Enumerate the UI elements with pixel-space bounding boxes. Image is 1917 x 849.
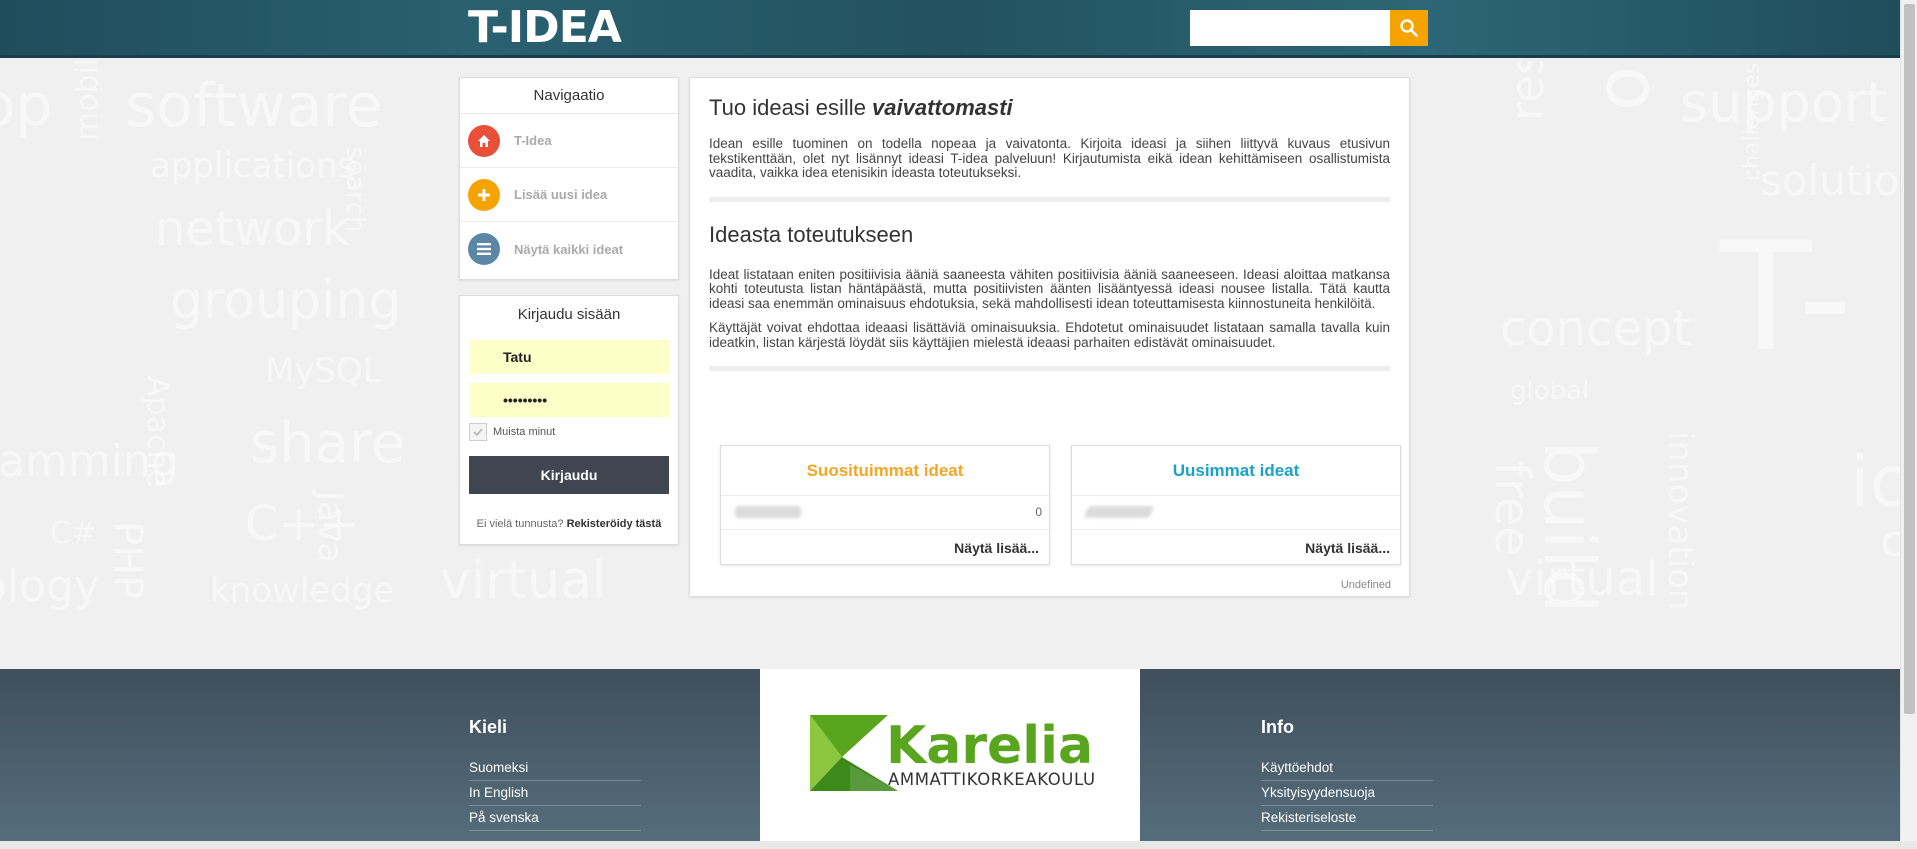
background-word: op	[0, 71, 53, 139]
background-word: mobile	[70, 61, 105, 141]
search-bar	[1190, 10, 1428, 46]
section-divider	[709, 196, 1390, 202]
karelia-logo-subtitle: AMMATTIKORKEAKOULU	[888, 770, 1096, 789]
lang-link-finnish[interactable]: Suomeksi	[469, 756, 641, 781]
karelia-logo-mark: Karelia AMMATTIKORKEAKOULU	[810, 715, 1096, 791]
background-word: co	[1880, 516, 1900, 567]
newest-ideas-title[interactable]: Uusimmat ideat	[1072, 446, 1400, 496]
background-word: MySQL	[265, 351, 382, 391]
main-heading: Tuo ideasi esille vaivattomasti	[709, 95, 1013, 120]
idea-title-placeholder	[735, 506, 801, 518]
nav-item-label: T-Idea	[514, 133, 552, 148]
karelia-logo[interactable]: Karelia AMMATTIKORKEAKOULU	[760, 669, 1140, 841]
vertical-scrollbar[interactable]	[1900, 0, 1917, 841]
search-input[interactable]	[1190, 10, 1390, 46]
show-more-popular-link[interactable]: Näytä lisää...	[954, 540, 1039, 556]
login-title: Kirjaudu sisään	[517, 306, 621, 323]
nav-item-add-idea[interactable]: Lisää uusi idea	[460, 168, 678, 222]
background-word: ramming	[0, 436, 179, 487]
section-heading: Ideasta toteutukseen	[709, 221, 914, 247]
search-icon	[1400, 19, 1418, 37]
login-panel: Kirjaudu sisään Muista minut Kirjaudu Ei…	[459, 295, 679, 545]
background-word: online	[1580, 61, 1666, 111]
background-word: support	[1680, 71, 1888, 134]
language-heading: Kieli	[469, 717, 508, 737]
info-link-register[interactable]: Rekisteriseloste	[1261, 806, 1433, 831]
site-header: T-IDEA	[0, 0, 1900, 58]
karelia-logo-name: Karelia	[886, 716, 1093, 776]
nav-item-all-ideas[interactable]: Näytä kaikki ideat	[460, 222, 678, 276]
lang-link-swedish[interactable]: På svenska	[469, 806, 641, 831]
register-line: Ei vielä tunnusta? Rekisteröidy tästä	[460, 518, 678, 530]
register-link[interactable]: Rekisteröidy tästä	[567, 518, 662, 530]
bottom-strip	[0, 841, 1917, 849]
background-word: virtual	[1505, 551, 1659, 607]
check-icon	[473, 428, 483, 437]
main-content-panel: Tuo ideasi esille vaivattomasti Idean es…	[689, 77, 1410, 597]
background-word: C#	[50, 516, 97, 551]
background-word: innovation	[1660, 431, 1700, 611]
background-word: T-	[1720, 211, 1852, 385]
remember-me[interactable]: Muista minut	[469, 423, 555, 441]
login-button[interactable]: Kirjaudu	[469, 456, 669, 494]
background-word: solution	[1760, 156, 1900, 205]
language-column: Kieli Suomeksi In English På svenska	[469, 717, 641, 831]
info-column: Info Käyttöehdot Yksityisyydensuoja Reki…	[1261, 717, 1433, 831]
background-word: virtual	[440, 551, 607, 611]
vote-count: 0	[1035, 505, 1042, 519]
background-word: software	[125, 71, 383, 141]
info-link-privacy[interactable]: Yksityisyydensuoja	[1261, 781, 1433, 806]
site-footer: Kieli Suomeksi In English På svenska Kar…	[0, 669, 1900, 841]
background-word: concept	[1500, 301, 1692, 357]
ranking-paragraph: Ideat listataan eniten positiivisia ääni…	[709, 266, 1390, 311]
popular-ideas-title[interactable]: Suosituimmat ideat	[721, 446, 1049, 496]
nav-item-label: Lisää uusi idea	[514, 187, 608, 202]
lang-link-english[interactable]: In English	[469, 781, 641, 806]
newest-ideas-card: Uusimmat ideat Näytä lisää...	[1071, 445, 1401, 565]
popular-ideas-card: Suosituimmat ideat 0 Näytä lisää...	[720, 445, 1050, 565]
username-field[interactable]	[469, 340, 669, 374]
undefined-label: Undefined	[1340, 579, 1391, 591]
background-word: challenges	[1740, 62, 1765, 181]
nav-item-label: Näytä kaikki ideat	[514, 241, 624, 257]
navigation-panel: Navigaatio T-Idea Lisää uusi idea Näytä …	[459, 77, 679, 280]
plus-icon	[468, 178, 500, 211]
background-word: share	[250, 411, 406, 476]
background-word: applications	[150, 146, 356, 186]
site-logo[interactable]: T-IDEA	[468, 4, 622, 52]
remember-label: Muista minut	[493, 426, 556, 438]
intro-paragraph: Idean esille tuominen on todella nopeaa …	[709, 136, 1390, 180]
info-heading: Info	[1261, 717, 1294, 737]
background-word: global	[1510, 376, 1590, 406]
navigation-title: Navigaatio	[460, 78, 678, 114]
background-word: ology	[0, 561, 101, 612]
password-field[interactable]	[469, 383, 669, 417]
background-word: network	[155, 201, 350, 257]
section-divider	[709, 366, 1390, 371]
scrollbar-thumb[interactable]	[1904, 4, 1915, 714]
background-word: ic	[1850, 441, 1900, 523]
remember-checkbox[interactable]	[469, 423, 487, 441]
background-word: Java	[310, 491, 350, 563]
home-icon	[468, 124, 500, 157]
search-button[interactable]	[1390, 10, 1428, 46]
background-word: PHP	[104, 521, 150, 600]
nav-item-t-idea[interactable]: T-Idea	[460, 114, 678, 168]
register-prompt: Ei vielä tunnusta?	[476, 518, 564, 530]
show-more-newest-link[interactable]: Näytä lisää...	[1305, 540, 1390, 556]
list-item[interactable]: 0	[721, 496, 1049, 530]
features-paragraph: Käyttäjät voivat ehdottaa ideaasi lisätt…	[709, 320, 1390, 350]
background-word: research	[1500, 61, 1554, 121]
list-item[interactable]	[1072, 496, 1400, 530]
main-heading-emphasis: vaivattomasti	[872, 95, 1013, 120]
info-link-terms[interactable]: Käyttöehdot	[1261, 756, 1433, 781]
background-word: knowledge	[210, 571, 395, 611]
list-icon	[468, 233, 500, 265]
idea-title-placeholder	[1083, 506, 1155, 518]
background-word: grouping	[170, 271, 402, 331]
